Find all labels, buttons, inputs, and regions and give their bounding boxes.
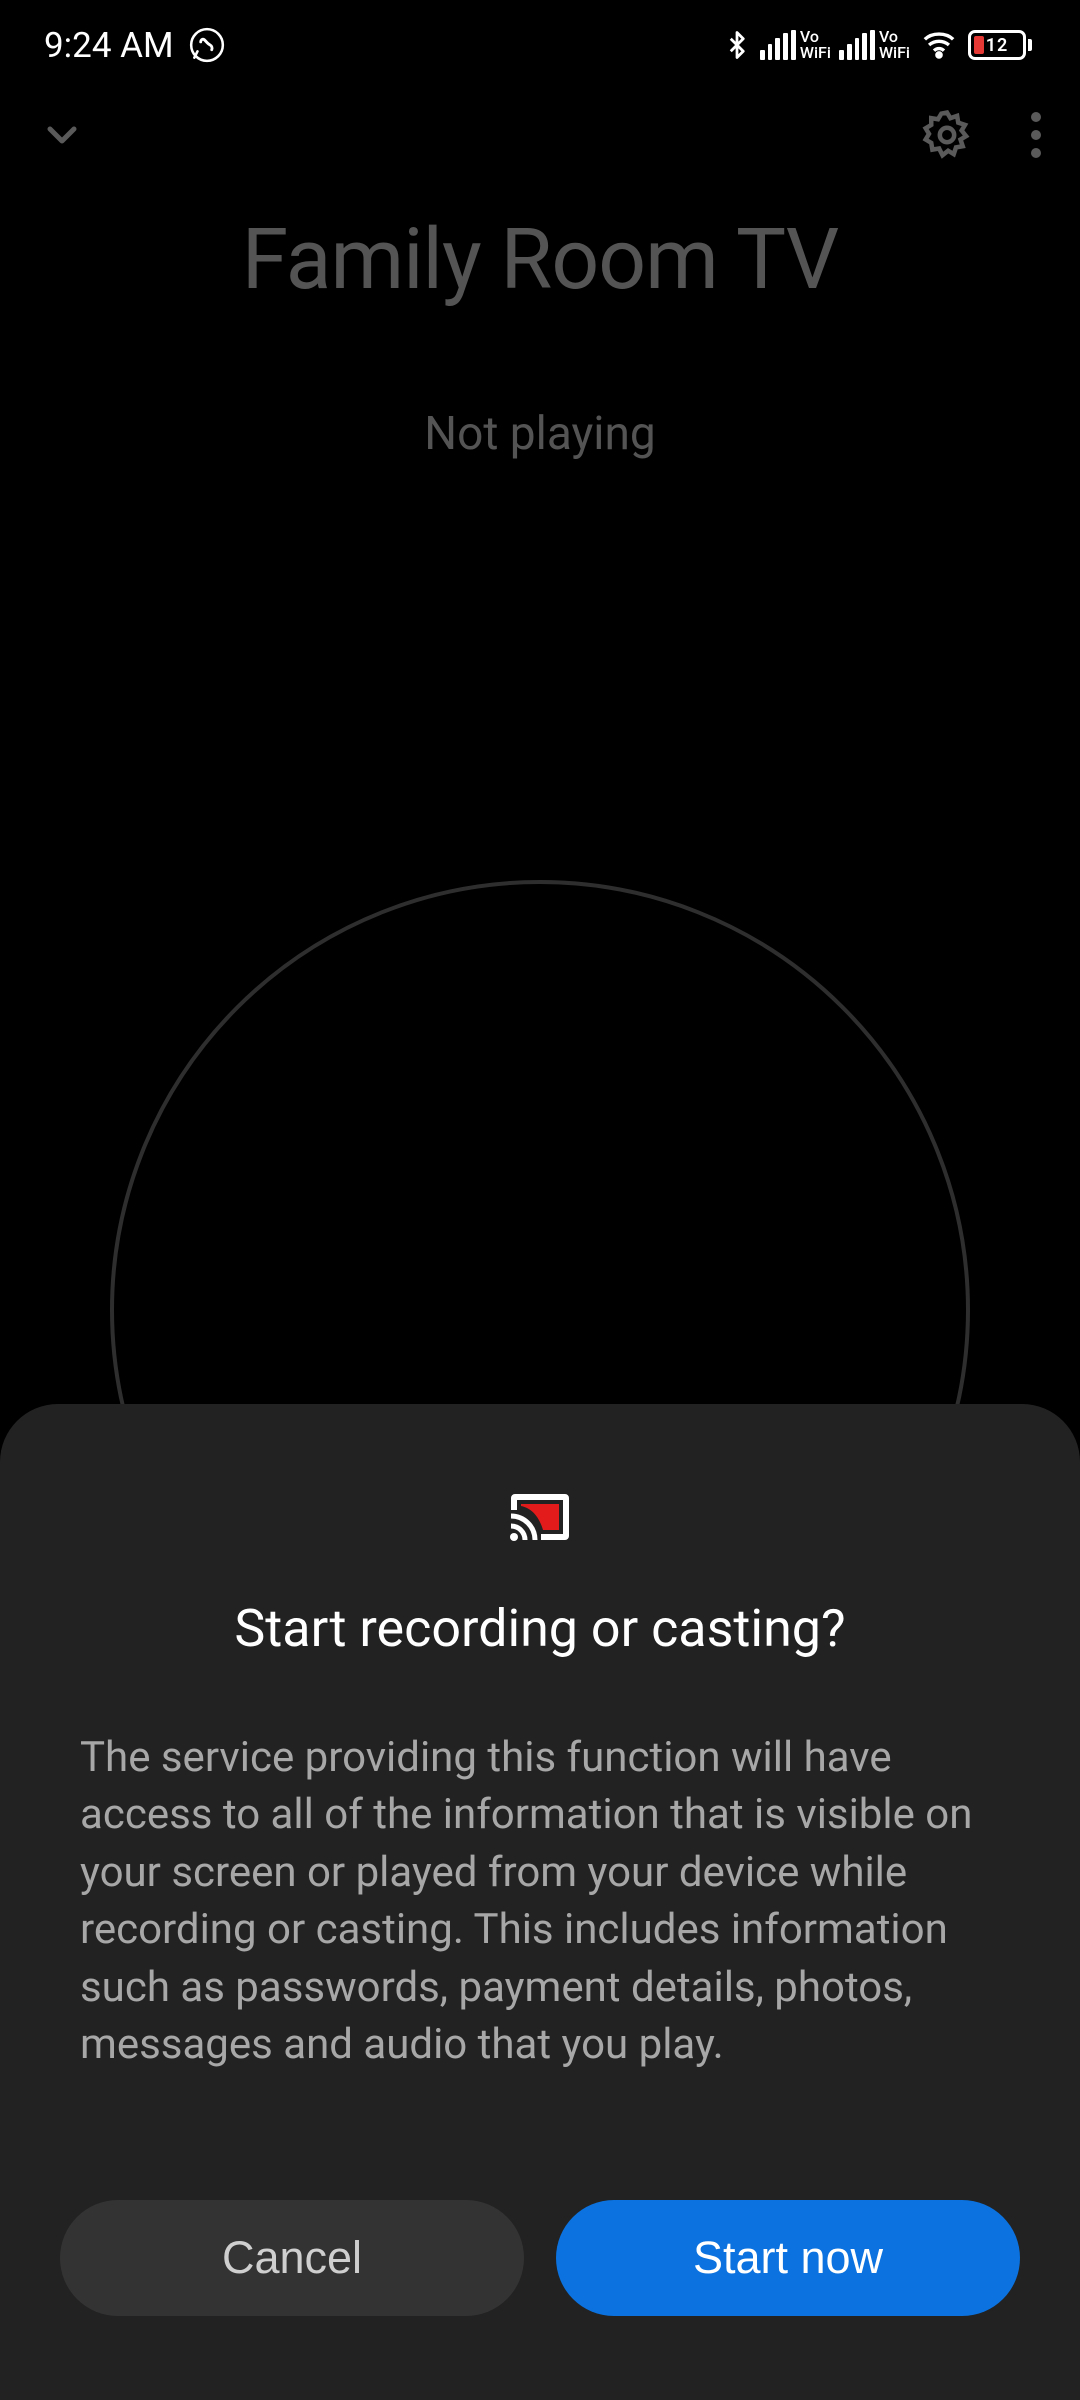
cast-permission-dialog: Start recording or casting? The service … <box>0 1404 1080 2400</box>
status-left: 9:24 AM <box>44 25 226 66</box>
app-bar <box>0 90 1080 180</box>
vowifi-label: VoWiFi <box>800 29 831 61</box>
status-right: VoWiFi VoWiFi 12 <box>722 23 1032 67</box>
battery-level: 12 <box>974 35 1020 56</box>
clock: 9:24 AM <box>44 25 174 66</box>
signal-bars-icon <box>760 30 796 60</box>
collapse-button[interactable] <box>38 111 86 159</box>
device-title: Family Room TV <box>0 210 1080 309</box>
sim1-signal: VoWiFi <box>760 29 831 61</box>
dialog-actions: Cancel Start now <box>60 2200 1020 2316</box>
cast-icon <box>60 1492 1020 1542</box>
status-bar: 9:24 AM VoWiFi VoWiFi 12 <box>0 0 1080 90</box>
more-options-button[interactable] <box>1030 111 1042 159</box>
bluetooth-icon <box>722 23 752 67</box>
dialog-body: The service providing this function will… <box>60 1729 1020 2074</box>
dialog-title: Start recording or casting? <box>60 1598 1020 1659</box>
sim2-signal: VoWiFi <box>839 29 910 61</box>
battery-indicator: 12 <box>968 30 1032 60</box>
cancel-button[interactable]: Cancel <box>60 2200 524 2316</box>
whatsapp-icon <box>188 26 226 64</box>
settings-button[interactable] <box>920 108 974 162</box>
start-now-button[interactable]: Start now <box>556 2200 1020 2316</box>
wifi-icon <box>918 28 960 62</box>
playback-status: Not playing <box>0 407 1080 461</box>
signal-bars-icon <box>839 30 875 60</box>
vowifi-label: VoWiFi <box>879 29 910 61</box>
